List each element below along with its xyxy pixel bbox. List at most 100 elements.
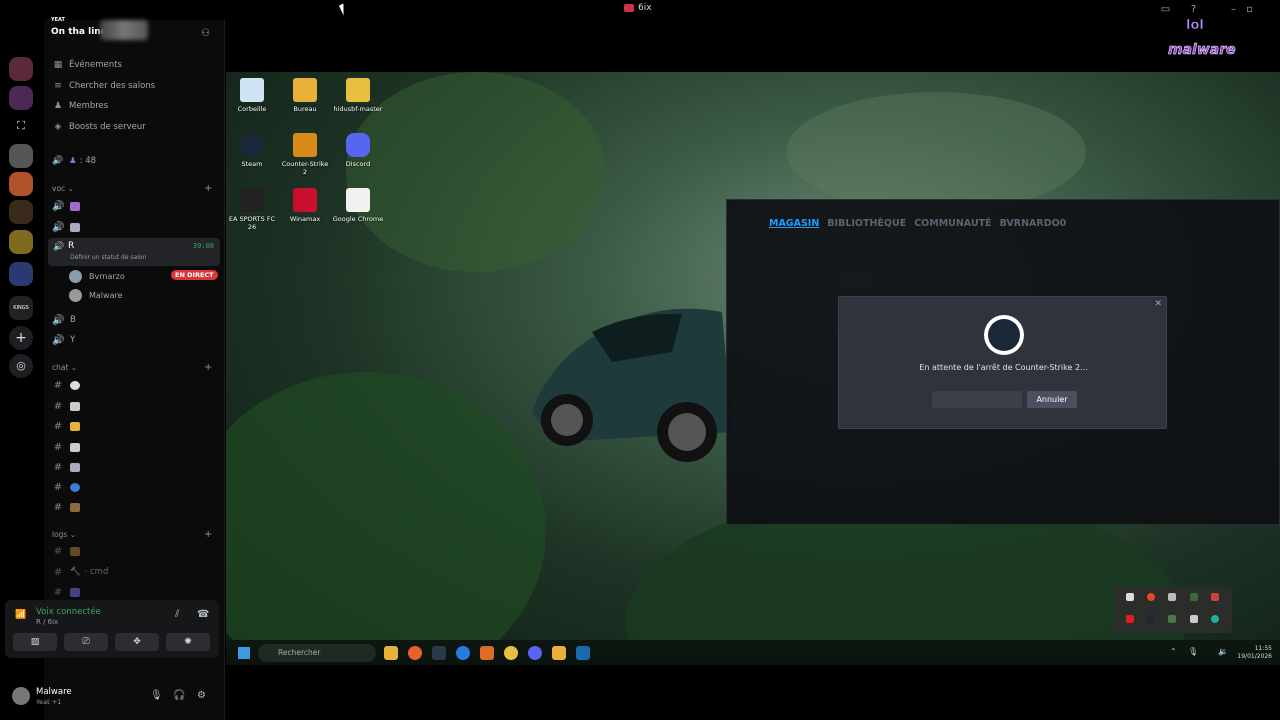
- tab-profile[interactable]: BVRNARDO0: [1000, 218, 1067, 229]
- steam-icon[interactable]: [576, 646, 590, 660]
- server-icon[interactable]: KINGS: [9, 296, 33, 320]
- menu-boosts[interactable]: ◈ Boosts de serveur: [52, 118, 146, 136]
- taskbar-search[interactable]: Rechercher: [258, 644, 376, 662]
- text-channel[interactable]: #: [52, 438, 80, 456]
- text-channel[interactable]: #: [52, 478, 80, 496]
- chevron-up-icon[interactable]: ⌃: [1170, 647, 1177, 656]
- tab-library[interactable]: BIBLIOTHÈQUE: [827, 218, 906, 229]
- discord-icon[interactable]: [528, 646, 542, 660]
- soundboard-button[interactable]: ✺: [166, 633, 210, 651]
- voice-channel-b[interactable]: 🔊 B: [52, 311, 76, 329]
- category-voc[interactable]: voc ⌄ +: [52, 183, 222, 194]
- voice-status[interactable]: Voix connectée: [36, 607, 101, 617]
- force-quit-button[interactable]: [932, 391, 1022, 408]
- desktop-icon-cs2[interactable]: Counter-Strike 2: [279, 133, 331, 176]
- text-channel[interactable]: #: [52, 542, 80, 560]
- tray-icon[interactable]: [1147, 615, 1155, 623]
- discover-icon[interactable]: ◎: [9, 354, 33, 378]
- server-icon[interactable]: [9, 172, 33, 196]
- menu-events[interactable]: ▦ Événements: [52, 56, 122, 74]
- tray-icon[interactable]: [1190, 615, 1198, 623]
- active-voice-channel[interactable]: 🔊 R 39:08 Définir un statut de salon: [48, 238, 220, 266]
- app-icon[interactable]: [480, 646, 494, 660]
- server-folder-icon[interactable]: [9, 230, 33, 254]
- tray-icon[interactable]: [1211, 593, 1219, 601]
- disconnect-icon[interactable]: ☎: [197, 609, 209, 620]
- server-icon[interactable]: [9, 200, 33, 224]
- text-channel-cmd[interactable]: # 🔨 · cmd: [52, 563, 109, 581]
- category-chat[interactable]: chat ⌄ +: [52, 362, 222, 373]
- screen-share-button[interactable]: ⎚: [64, 633, 108, 651]
- app-icon[interactable]: [552, 646, 566, 660]
- close-icon[interactable]: ✕: [1154, 299, 1162, 309]
- noise-suppression-icon[interactable]: ⫽: [175, 609, 179, 620]
- volume-icon[interactable]: 🔉: [1218, 647, 1228, 656]
- app-icon[interactable]: [432, 646, 446, 660]
- tray-icon[interactable]: [1168, 593, 1176, 601]
- microphone-icon[interactable]: 🎙: [150, 690, 163, 701]
- text-channel[interactable]: #: [52, 583, 80, 601]
- voice-member[interactable]: Malware: [69, 286, 123, 304]
- desktop-icon-chrome[interactable]: Google Chrome: [332, 188, 384, 223]
- set-status-link[interactable]: Définir un statut de salon: [70, 254, 146, 261]
- focus-icon[interactable]: ⛶: [9, 114, 33, 138]
- text-channel[interactable]: #: [52, 417, 80, 435]
- desktop-icon-steam[interactable]: Steam: [226, 133, 278, 168]
- stream-view[interactable]: Corbeille Bureau hidusbf-master Steam Co…: [226, 72, 1280, 665]
- desktop-icon-recycle-bin[interactable]: Corbeille: [226, 78, 278, 113]
- category-logs[interactable]: logs ⌄ +: [52, 529, 222, 540]
- server-icon[interactable]: [9, 86, 33, 110]
- tray-icon[interactable]: [1126, 593, 1134, 601]
- text-channel[interactable]: #: [52, 498, 80, 516]
- chrome-icon[interactable]: [504, 646, 518, 660]
- server-icon[interactable]: [9, 144, 33, 168]
- tab-community[interactable]: COMMUNAUTÉ: [914, 218, 991, 229]
- add-channel-icon[interactable]: +: [204, 529, 212, 540]
- taskbar-clock[interactable]: 11:55 19/01/2026: [1237, 645, 1272, 661]
- server-header[interactable]: YEAT On tha line ⚇: [44, 17, 225, 48]
- headphones-icon[interactable]: 🎧: [173, 690, 185, 701]
- voice-channel-path[interactable]: R / 6ix: [36, 618, 58, 626]
- text-channel[interactable]: #: [52, 376, 80, 394]
- add-server-icon[interactable]: +: [9, 326, 33, 350]
- firefox-icon[interactable]: [408, 646, 422, 660]
- voice-channel[interactable]: 🔊: [52, 218, 80, 236]
- gear-icon[interactable]: ⚙: [197, 690, 206, 701]
- add-channel-icon[interactable]: +: [204, 362, 212, 373]
- tray-icon[interactable]: [1190, 593, 1198, 601]
- cancel-button[interactable]: Annuler: [1027, 391, 1077, 408]
- app-icon[interactable]: [456, 646, 470, 660]
- file-explorer-icon[interactable]: [384, 646, 398, 660]
- text-channel[interactable]: #: [52, 458, 80, 476]
- help-icon[interactable]: ?: [1187, 3, 1200, 16]
- tray-icon[interactable]: [1168, 615, 1176, 623]
- desktop-icon-discord[interactable]: Discord: [332, 133, 384, 168]
- tray-icon[interactable]: [1211, 615, 1219, 623]
- server-folder-icon[interactable]: [9, 262, 33, 286]
- desktop-icon-hidusbf[interactable]: hidusbf-master: [332, 78, 384, 113]
- add-member-icon[interactable]: ⚇: [201, 28, 213, 40]
- inbox-icon[interactable]: ▭: [1159, 3, 1172, 16]
- voice-channel-y[interactable]: 🔊 Y: [52, 331, 75, 349]
- minimize-icon[interactable]: –: [1227, 3, 1240, 16]
- text-channel[interactable]: #: [52, 397, 80, 415]
- camera-off-button[interactable]: ▨: [13, 633, 57, 651]
- avatar[interactable]: [12, 687, 30, 705]
- menu-browse-channels[interactable]: ≡ Chercher des salons: [52, 77, 155, 95]
- desktop-icon-winamax[interactable]: Winamax: [279, 188, 331, 223]
- activities-button[interactable]: ✥: [115, 633, 159, 651]
- voice-member[interactable]: Bvrnarzo: [69, 267, 125, 285]
- microphone-icon[interactable]: 🎙: [1188, 647, 1198, 656]
- add-channel-icon[interactable]: +: [204, 183, 212, 194]
- tray-icon[interactable]: [1126, 615, 1134, 623]
- desktop-icon-fc26[interactable]: EA SPORTS FC 26: [226, 188, 278, 231]
- windows-start-icon[interactable]: [238, 647, 250, 659]
- member-count-channel[interactable]: 🔊 ♟: 48: [52, 152, 96, 170]
- tab-store[interactable]: MAGASIN: [769, 218, 819, 229]
- tray-icon[interactable]: [1147, 593, 1155, 601]
- voice-channel[interactable]: 🔊: [52, 197, 80, 215]
- menu-members[interactable]: ♟ Membres: [52, 97, 108, 115]
- desktop-icon-bureau[interactable]: Bureau: [279, 78, 331, 113]
- maximize-icon[interactable]: ▫: [1243, 3, 1256, 16]
- server-icon-active[interactable]: [9, 57, 33, 81]
